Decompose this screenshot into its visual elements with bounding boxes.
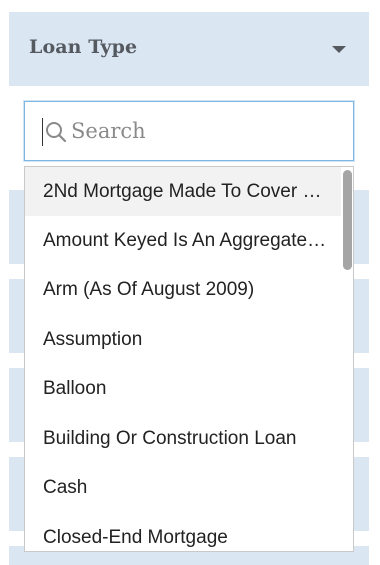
option-item[interactable]: Balloon [25,364,341,413]
option-label: Cash [43,476,88,498]
options-dropdown[interactable]: 2Nd Mortgage Made To Cover Down Payment … [24,166,354,552]
option-item[interactable]: 2Nd Mortgage Made To Cover Down Payment [25,167,341,216]
search-icon [46,122,67,143]
option-item[interactable]: Arm (As Of August 2009) [25,265,341,314]
option-label: Balloon [43,377,107,399]
text-cursor [42,118,43,146]
scrollbar-thumb[interactable] [343,170,352,270]
option-label: 2Nd Mortgage Made To Cover Down Payment [43,180,331,202]
loan-type-filter-panel: Loan Type 2Nd Mortgage Made To Cover Dow… [0,0,380,565]
option-item[interactable]: Building Or Construction Loan [25,414,341,463]
option-item[interactable]: Assumption [25,315,341,364]
divider [9,86,369,95]
option-label: Amount Keyed Is An Aggregate Of Multiple… [43,229,331,251]
filter-title: Loan Type [29,36,138,58]
option-item[interactable]: Closed-End Mortgage [25,513,341,551]
option-label: Arm (As Of August 2009) [43,278,255,300]
option-label: Building Or Construction Loan [43,427,297,449]
option-label: Assumption [43,328,143,350]
search-input[interactable] [71,112,341,150]
filter-header[interactable]: Loan Type [9,12,369,86]
search-box[interactable] [24,101,354,161]
caret-down-icon[interactable] [332,46,346,53]
option-item[interactable]: Cash [25,463,341,512]
option-item[interactable]: Amount Keyed Is An Aggregate Of Multiple… [25,216,341,265]
option-label: Closed-End Mortgage [43,526,228,548]
